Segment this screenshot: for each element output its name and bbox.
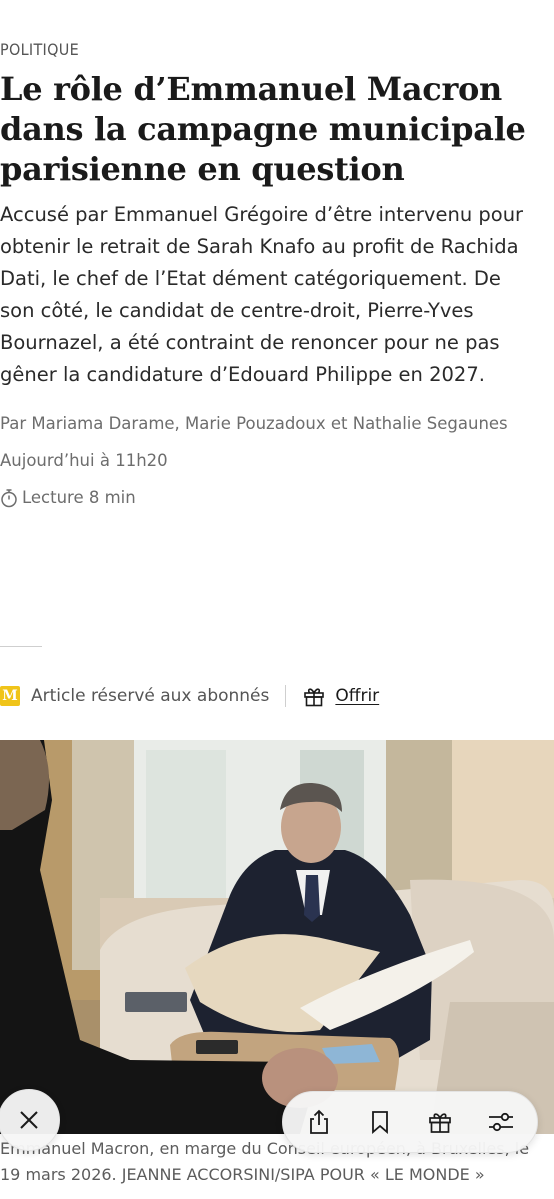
share-icon [310,1109,329,1134]
settings-sliders-icon [488,1112,513,1132]
subscriber-badge-icon: M [0,686,20,706]
bookmark-icon [371,1111,388,1134]
close-button[interactable] [0,1089,60,1151]
stopwatch-icon [1,488,17,507]
divider [0,646,42,647]
gift-icon [429,1113,452,1133]
share-button[interactable] [297,1100,341,1144]
reading-time: Lecture 8 min [0,483,540,512]
article-action-bar [282,1091,538,1153]
close-icon [20,1111,38,1129]
gift-icon[interactable] [303,685,325,707]
section-kicker[interactable]: POLITIQUE [0,40,540,59]
vertical-divider [285,685,287,707]
article-header: POLITIQUE Le rôle d’Emmanuel Macron dans… [0,40,540,512]
article-page: POLITIQUE Le rôle d’Emmanuel Macron dans… [0,0,554,1199]
article-lede: Accusé par Emmanuel Grégoire d’être inte… [0,203,524,386]
status-bar [0,0,554,6]
reading-time-label: Lecture 8 min [22,488,136,507]
badge-letter: M [2,688,18,704]
article-byline[interactable]: Par Mariama Darame, Marie Pouzadoux et N… [0,409,540,438]
reader-settings-button[interactable] [479,1100,523,1144]
subscriber-label: Article réservé aux abonnés [31,686,270,706]
article-photo[interactable] [0,740,554,1134]
gift-button[interactable] [418,1100,462,1144]
article-headline: Le rôle d’Emmanuel Macron dans la campag… [0,70,526,188]
bookmark-button[interactable] [358,1100,402,1144]
subscriber-row: M Article réservé aux abonnés Offrir [0,682,554,710]
photo-image [0,740,554,1134]
offer-link[interactable]: Offrir [335,686,379,706]
publication-date: Aujourd’hui à 11h20 [0,451,168,470]
